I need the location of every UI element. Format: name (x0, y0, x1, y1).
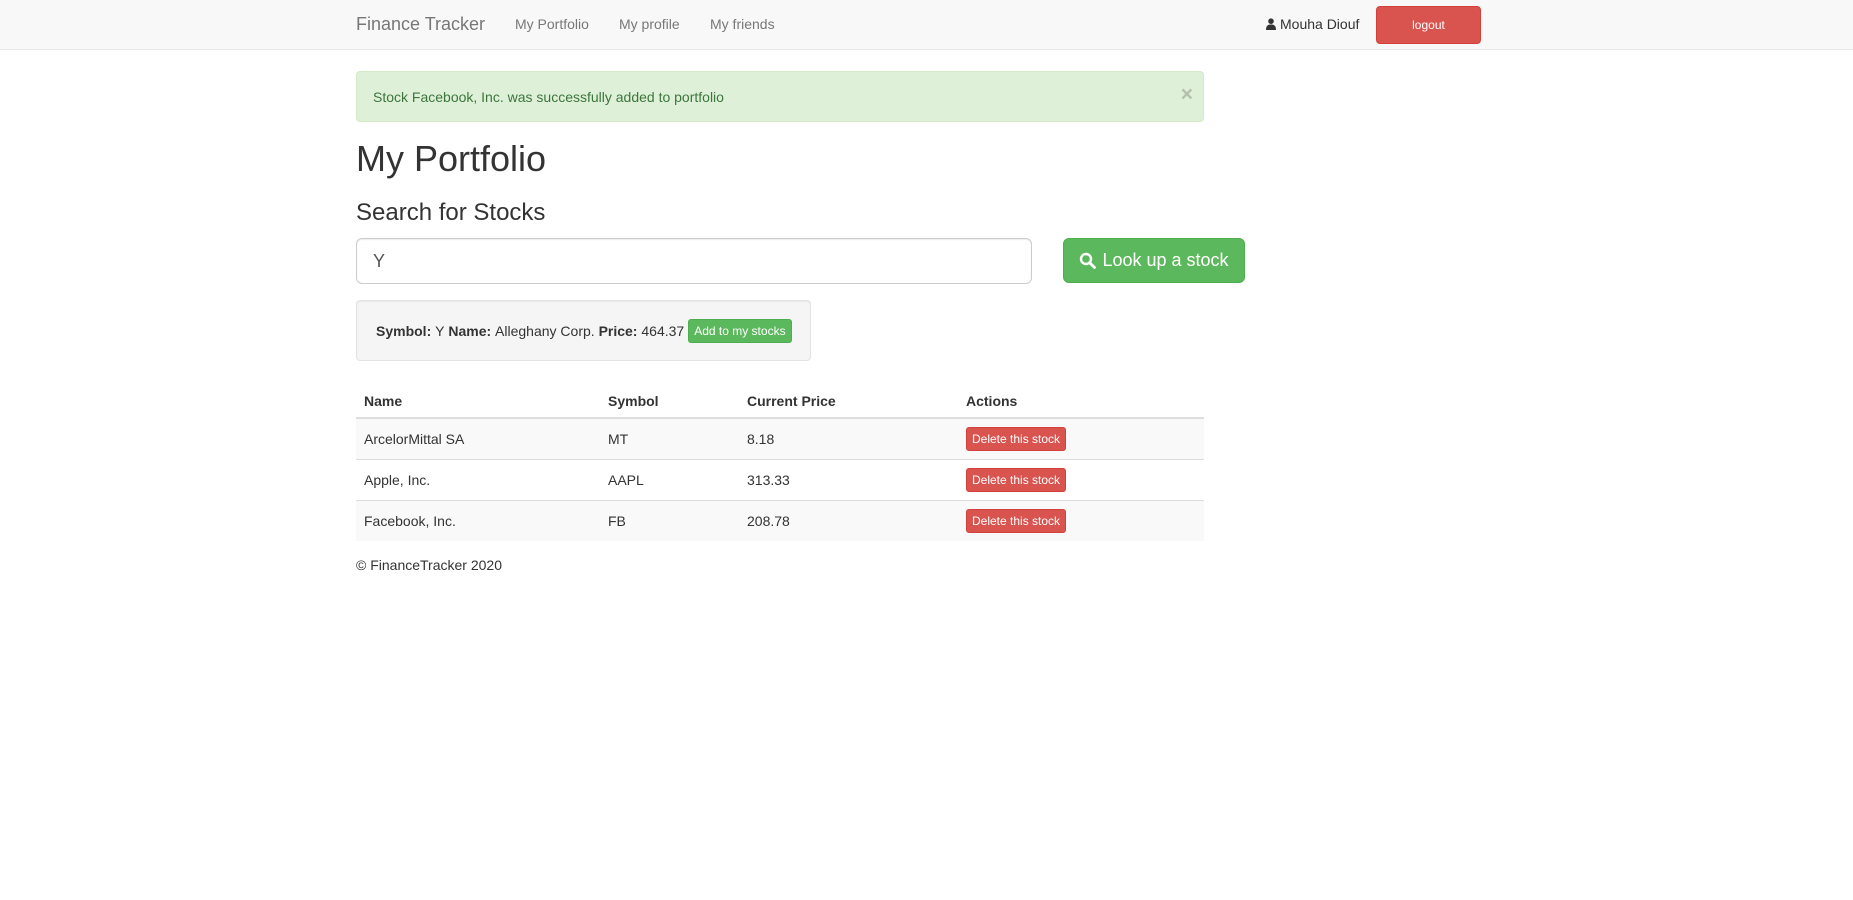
lookup-stock-button[interactable]: Look up a stock (1063, 238, 1245, 283)
delete-stock-button[interactable]: Delete this stock (966, 427, 1067, 451)
price-label: Price: (598, 322, 638, 339)
page-title: My Portfolio (356, 138, 547, 179)
close-icon[interactable]: × (1181, 84, 1193, 105)
stock-price: 208.78 (739, 500, 958, 541)
delete-stock-button[interactable]: Delete this stock (966, 509, 1067, 533)
lookup-stock-label: Look up a stock (1102, 250, 1229, 270)
table-row: Facebook, Inc. FB 208.78 Delete this sto… (356, 500, 1204, 541)
nav-link-my-friends[interactable]: My friends (710, 16, 775, 32)
column-header-symbol: Symbol (600, 381, 739, 419)
column-header-current-price: Current Price (739, 381, 958, 419)
column-header-name: Name (356, 381, 600, 419)
nav-link-my-profile[interactable]: My profile (619, 16, 680, 32)
stock-price: 313.33 (739, 459, 958, 501)
table-row: Apple, Inc. AAPL 313.33 Delete this stoc… (356, 459, 1204, 501)
table-header-row: Name Symbol Current Price Actions (356, 381, 1204, 419)
success-alert: Stock Facebook, Inc. was successfully ad… (356, 71, 1204, 122)
add-to-my-stocks-button[interactable]: Add to my stocks (688, 318, 792, 343)
logout-button[interactable]: logout (1376, 6, 1481, 44)
navbar: Finance Tracker My Portfolio My profile … (0, 0, 1853, 50)
delete-stock-button[interactable]: Delete this stock (966, 468, 1067, 492)
stock-symbol: AAPL (600, 459, 739, 501)
result-name: Alleghany Corp. (495, 322, 595, 339)
search-result: Symbol: Y Name: Alleghany Corp. Price: 4… (356, 300, 811, 361)
brand-link[interactable]: Finance Tracker (356, 14, 485, 35)
symbol-label: Symbol: (376, 322, 432, 339)
result-symbol: Y (435, 322, 445, 339)
name-label: Name: (448, 322, 492, 339)
stock-symbol: MT (600, 417, 739, 460)
result-price: 464.37 (641, 322, 685, 339)
stock-search-input[interactable] (356, 238, 1032, 284)
stock-name: Apple, Inc. (356, 459, 600, 501)
alert-message: Stock Facebook, Inc. was successfully ad… (373, 89, 724, 105)
footer-copyright: © FinanceTracker 2020 (356, 557, 502, 573)
table-row: ArcelorMittal SA MT 8.18 Delete this sto… (356, 417, 1204, 460)
stock-price: 8.18 (739, 417, 958, 460)
search-heading: Search for Stocks (356, 199, 546, 226)
search-icon (1080, 252, 1097, 269)
column-header-actions: Actions (958, 381, 1204, 419)
nav-link-my-portfolio[interactable]: My Portfolio (515, 16, 589, 32)
stock-name: Facebook, Inc. (356, 500, 600, 541)
stock-symbol: FB (600, 500, 739, 541)
stock-name: ArcelorMittal SA (356, 417, 600, 460)
user-menu[interactable]: Mouha Diouf (1266, 16, 1359, 32)
user-icon (1266, 18, 1276, 30)
portfolio-table: Name Symbol Current Price Actions Arcelo… (356, 381, 1204, 541)
user-name: Mouha Diouf (1280, 16, 1360, 32)
